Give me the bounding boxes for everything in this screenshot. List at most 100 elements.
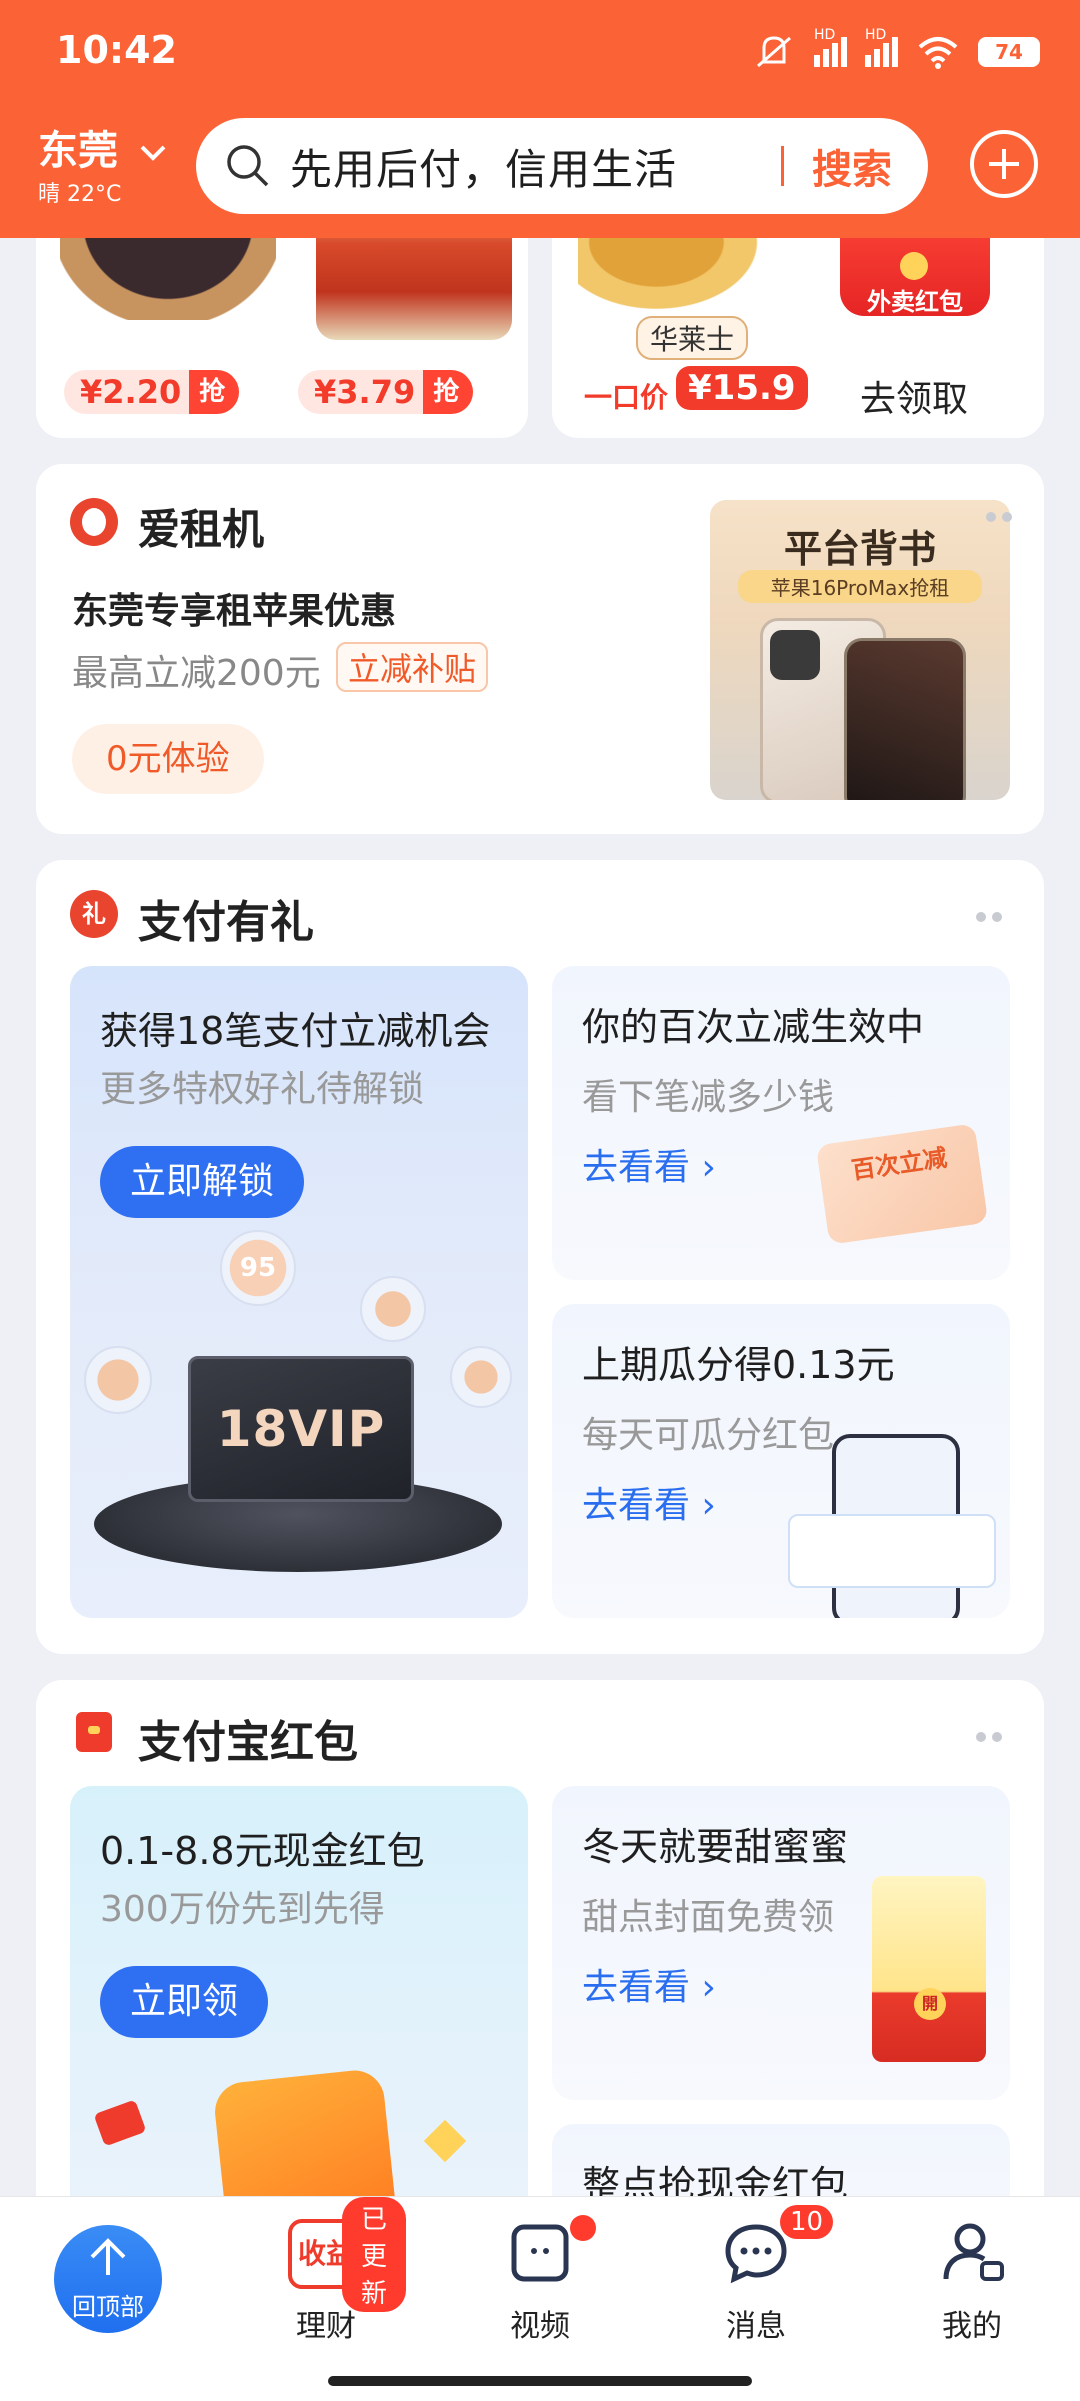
deal-price-1[interactable]: ¥2.20 抢 xyxy=(64,370,240,414)
dessert-cover-subtitle: 甜点封面免费领 xyxy=(582,1897,835,1938)
rent-banner-sub: 苹果16ProMax抢租 xyxy=(738,570,982,603)
deal-price-2[interactable]: ¥3.79 抢 xyxy=(298,370,474,414)
search-button[interactable]: 搜索 xyxy=(812,137,892,195)
nav-video[interactable]: 视频 xyxy=(460,2197,620,2357)
messages-badge: 10 xyxy=(780,2205,834,2239)
gift-icon-char: 礼 xyxy=(82,900,106,928)
coin-icon: 95 xyxy=(220,1230,296,1306)
sparkle-icon xyxy=(423,2119,467,2163)
fixed-price[interactable]: ¥15.9 xyxy=(676,366,808,410)
vip-tile[interactable]: 获得18笔支付立减机会 更多特权好礼待解锁 立即解锁 95 18VIP xyxy=(70,966,528,1618)
profile-icon xyxy=(943,2223,1004,2281)
gift-bubble-icon xyxy=(84,1346,152,1414)
mute-icon xyxy=(757,36,791,68)
status-time: 10:42 xyxy=(56,28,177,72)
deal-grab-1: 抢 xyxy=(189,370,240,414)
city-selector[interactable]: 东莞 xyxy=(38,118,168,176)
claim-link[interactable]: 去领取 xyxy=(860,370,968,422)
coin-value: 95 xyxy=(239,1253,277,1283)
hd-label-2: HD xyxy=(865,27,887,43)
discount-tile-link[interactable]: 去看看 › xyxy=(582,1138,716,1190)
claim-now-button[interactable]: 立即领 xyxy=(100,1966,269,2038)
nav-me-label: 我的 xyxy=(942,2309,1002,2344)
rent-tag: 立减补贴 xyxy=(336,642,489,692)
dessert-cover-title: 冬天就要甜蜜蜜 xyxy=(582,1825,849,1869)
search-input[interactable]: 先用后付，信用生活 xyxy=(290,136,781,197)
back-to-top-button[interactable]: 回顶部 xyxy=(54,2225,162,2333)
dessert-packet-image: 開 xyxy=(872,1876,986,2062)
share-tile-link[interactable]: 去看看 › xyxy=(582,1476,716,1528)
battery-level: 74 xyxy=(995,40,1023,64)
back-to-top-label: 回顶部 xyxy=(72,2293,144,2321)
chevron-right-icon: › xyxy=(701,1485,716,1526)
discount-tile[interactable]: 你的百次立减生效中 看下笔减多少钱 去看看 › 百次立减 xyxy=(552,966,1010,1280)
nav-me[interactable]: 我的 xyxy=(892,2197,1052,2357)
nav-wealth[interactable]: 收益 已更新 理财 xyxy=(246,2197,406,2357)
add-icon[interactable] xyxy=(970,130,1038,198)
cash-packet-tile[interactable]: 0.1-8.8元现金红包 300万份先到先得 立即领 xyxy=(70,1786,528,2246)
discount-tile-link-label: 去看看 xyxy=(582,1147,691,1188)
rent-more-icon[interactable] xyxy=(986,512,1012,522)
fixed-price-label: 一口价 xyxy=(584,381,669,414)
search-divider xyxy=(781,146,784,186)
red-packet-card: 支付宝红包 0.1-8.8元现金红包 300万份先到先得 立即领 冬天就要甜蜜蜜… xyxy=(36,1680,1044,2246)
chevron-right-icon: › xyxy=(701,1147,716,1188)
deal-price-1-value: ¥2.20 xyxy=(80,373,182,411)
deal-price-2-value: ¥3.79 xyxy=(314,373,416,411)
video-icon xyxy=(511,2224,569,2282)
dessert-cover-tile[interactable]: 冬天就要甜蜜蜜 甜点封面免费领 去看看 › 開 xyxy=(552,1786,1010,2100)
search-bar[interactable]: 先用后付，信用生活 搜索 xyxy=(196,118,928,214)
discount-card-image: 百次立减 xyxy=(815,1123,989,1245)
red-packet-more-icon[interactable] xyxy=(976,1732,1002,1742)
red-packet-title: 支付宝红包 xyxy=(138,1717,358,1768)
nav-video-label: 视频 xyxy=(510,2309,570,2344)
rent-banner[interactable]: 平台背书 苹果16ProMax抢租 xyxy=(710,500,1010,800)
share-tile-link-label: 去看看 xyxy=(582,1485,691,1526)
phone-front-image xyxy=(844,638,966,800)
nav-messages[interactable]: 10 消息 xyxy=(676,2197,836,2357)
dessert-cover-link[interactable]: 去看看 › xyxy=(582,1958,716,2010)
pay-gift-more-icon[interactable] xyxy=(976,912,1002,922)
message-icon xyxy=(725,2224,787,2284)
hd-label: HD xyxy=(814,27,836,43)
nav-messages-label: 消息 xyxy=(726,2309,786,2344)
home-indicator[interactable] xyxy=(328,2376,752,2386)
wealth-badge: 已更新 xyxy=(342,2197,406,2312)
city-name: 东莞 xyxy=(38,128,118,174)
rent-try-button[interactable]: 0元体验 xyxy=(72,724,264,794)
status-bar-icons: HD HD 74 xyxy=(752,27,1040,74)
rent-logo-icon xyxy=(70,498,118,546)
chevron-right-icon: › xyxy=(701,1967,716,2008)
bottom-nav: 回顶部 收益 已更新 理财 视频 10 消息 我的 xyxy=(0,2196,1080,2401)
open-char: 開 xyxy=(921,1994,938,2013)
top-header: 10:42 HD HD 74 东莞 晴 22°C 先用后付，信用生活 搜索 xyxy=(0,0,1080,238)
rent-phone-card[interactable]: 爱租机 东莞专享租苹果优惠 最高立减200元 立减补贴 0元体验 平台背书 苹果… xyxy=(36,464,1044,834)
takeout-coupon-label: 外卖红包 xyxy=(867,288,963,316)
vip-tile-title: 获得18笔支付立减机会 xyxy=(100,1009,491,1053)
weather-text: 晴 22°C xyxy=(38,182,122,207)
pay-gift-title: 支付有礼 xyxy=(138,897,314,948)
signal-icon-2: HD xyxy=(865,27,898,67)
red-packet-icon xyxy=(76,1712,112,1752)
headset-bubble-icon xyxy=(360,1276,426,1342)
medkit-bubble-icon xyxy=(450,1346,512,1408)
reward-strip-image xyxy=(788,1514,996,1588)
rent-banner-title: 平台背书 xyxy=(783,527,936,571)
discount-card-text: 百次立减 xyxy=(849,1143,949,1185)
mini-red-packet-image xyxy=(93,2099,147,2147)
pay-gift-card: 礼 支付有礼 获得18笔支付立减机会 更多特权好礼待解锁 立即解锁 95 18V… xyxy=(36,860,1044,1654)
arrow-up-icon xyxy=(90,2238,126,2275)
share-tile-title: 上期瓜分得0.13元 xyxy=(582,1343,895,1387)
cash-packet-subtitle: 300万份先到先得 xyxy=(100,1889,385,1930)
brand-label: 华莱士 xyxy=(636,316,749,360)
cash-packet-title: 0.1-8.8元现金红包 xyxy=(100,1829,425,1873)
chevron-down-icon xyxy=(140,145,166,161)
share-tile[interactable]: 上期瓜分得0.13元 每天可瓜分红包 去看看 › xyxy=(552,1304,1010,1618)
nav-wealth-label: 理财 xyxy=(296,2309,356,2344)
share-tile-subtitle: 每天可瓜分红包 xyxy=(582,1415,835,1456)
discount-tile-subtitle: 看下笔减多少钱 xyxy=(582,1077,835,1118)
search-icon xyxy=(227,145,269,187)
unlock-button[interactable]: 立即解锁 xyxy=(100,1146,305,1218)
vip-card-image: 18VIP xyxy=(188,1356,414,1502)
rent-title: 爱租机 xyxy=(138,505,265,554)
